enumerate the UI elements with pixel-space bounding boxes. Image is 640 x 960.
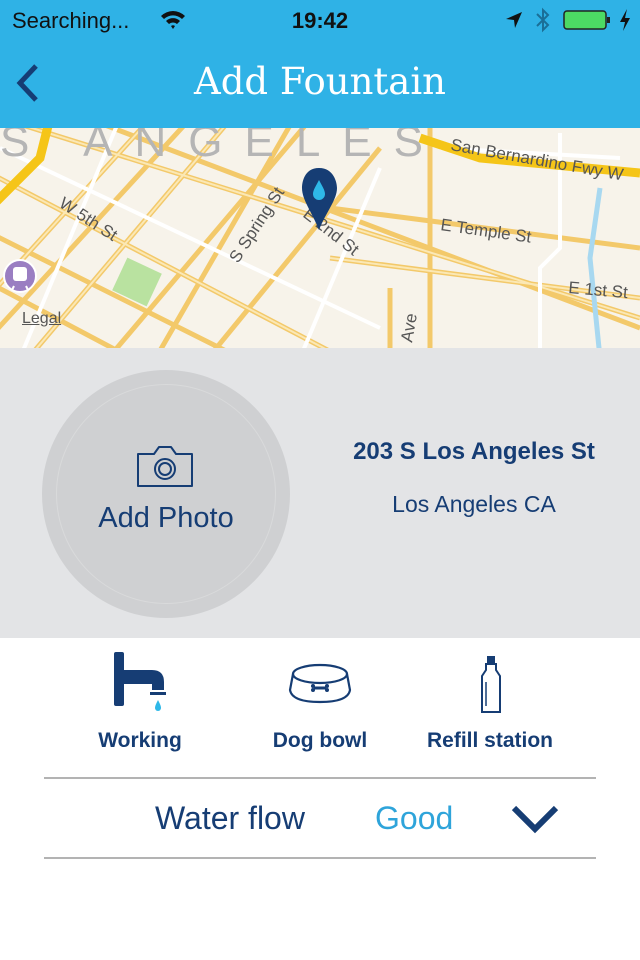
feature-working-label: Working: [98, 729, 182, 752]
feature-refill-station-label: Refill station: [426, 729, 553, 752]
legal-link[interactable]: Legal: [22, 310, 61, 328]
map-canvas: S ANGELES W 5th St S Spring St E 2nd St …: [0, 128, 640, 348]
faucet-icon: [114, 652, 166, 711]
location-arrow-icon: [506, 12, 522, 28]
map-area-label: S ANGELES: [0, 128, 445, 166]
add-photo-button[interactable]: Add Photo: [42, 370, 290, 618]
map-view[interactable]: S ANGELES W 5th St S Spring St E 2nd St …: [0, 128, 640, 348]
feature-working-toggle[interactable]: Working: [50, 650, 230, 760]
divider: [44, 777, 596, 779]
divider: [44, 857, 596, 859]
battery-icon: [563, 10, 610, 30]
photo-button-ring: [56, 384, 276, 604]
page-title: Add Fountain: [193, 60, 447, 103]
dog-bowl-icon: [288, 663, 352, 704]
water-flow-label: Water flow: [155, 800, 305, 836]
address-city: Los Angeles CA: [392, 491, 556, 517]
feature-dog-bowl-label: Dog bowl: [272, 729, 368, 752]
street-label: Ave: [397, 312, 421, 344]
feature-refill-station-toggle[interactable]: Refill station: [400, 650, 580, 760]
camera-icon: [137, 446, 193, 487]
chevron-down-icon[interactable]: [510, 802, 560, 834]
water-bottle-icon: [481, 656, 501, 713]
status-bar: Searching... 19:42: [0, 0, 640, 40]
train-icon: [3, 259, 37, 293]
feature-dog-bowl-toggle[interactable]: Dog bowl: [230, 650, 410, 760]
header: Searching... 19:42 Add Fountain: [0, 0, 640, 128]
address-street: 203 S Los Angeles St: [353, 438, 595, 465]
add-photo-label: Add Photo: [98, 502, 234, 534]
charging-icon: [620, 9, 630, 31]
street-label: E Temple St: [439, 215, 532, 247]
bluetooth-icon: [536, 7, 550, 33]
water-flow-value[interactable]: Good: [375, 800, 453, 837]
